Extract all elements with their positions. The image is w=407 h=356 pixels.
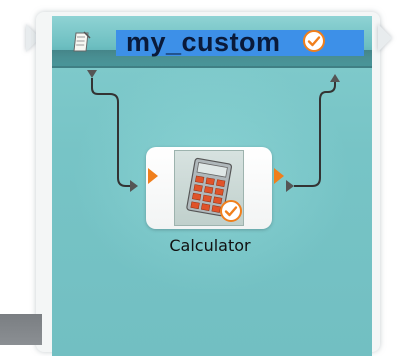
node-input-port[interactable] xyxy=(148,168,158,184)
check-icon xyxy=(303,30,325,52)
metanode-title[interactable]: my_custom xyxy=(126,26,281,58)
node-output-port[interactable] xyxy=(274,168,284,184)
node-status-check-icon xyxy=(220,200,242,222)
node-label[interactable]: Calculator xyxy=(150,236,270,255)
metanode-output-port-tab[interactable] xyxy=(378,24,392,52)
note-icon[interactable] xyxy=(70,30,94,54)
workflow-canvas[interactable]: my_custom Calculator xyxy=(0,0,407,356)
adjacent-panel-edge xyxy=(0,314,42,345)
